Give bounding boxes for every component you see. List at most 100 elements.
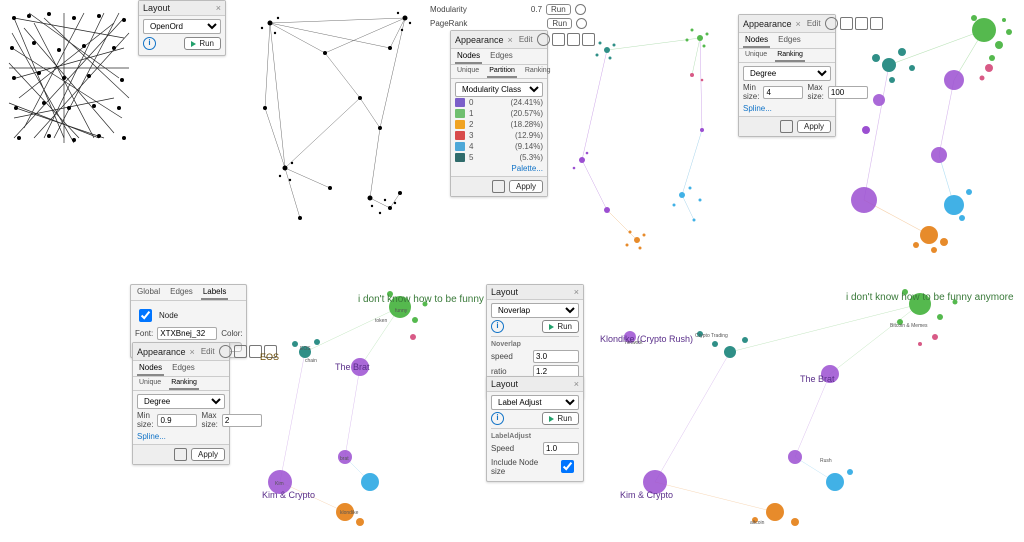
graph-label-eos: EOS bbox=[260, 352, 279, 362]
svg-text:Rush: Rush bbox=[820, 458, 832, 464]
legend-id: 3 bbox=[469, 131, 473, 140]
graph-raw bbox=[4, 8, 134, 148]
modularity-value: 0.7 bbox=[531, 5, 542, 14]
panel-title: Appearance bbox=[137, 347, 186, 357]
legend-pct: (20.57%) bbox=[511, 109, 543, 118]
min-size-input[interactable] bbox=[157, 414, 197, 427]
max-size-label: Max size: bbox=[201, 411, 217, 429]
tab-edges[interactable]: Edges bbox=[168, 285, 195, 300]
svg-text:Kim: Kim bbox=[275, 481, 284, 487]
node-labels-checkbox[interactable] bbox=[139, 309, 152, 322]
apply-button[interactable]: Apply bbox=[509, 180, 543, 193]
tab-nodes[interactable]: Nodes bbox=[455, 49, 482, 64]
section-label: LabelAdjust bbox=[491, 433, 531, 440]
graph-colored-small bbox=[552, 10, 752, 260]
reset-icon[interactable] bbox=[492, 180, 505, 193]
info-icon[interactable]: i bbox=[491, 412, 504, 425]
la-speed-label: Speed bbox=[491, 444, 539, 453]
legend-id: 0 bbox=[469, 98, 473, 107]
apply-button[interactable]: Apply bbox=[797, 120, 831, 133]
legend-row[interactable]: 3(12.9%) bbox=[455, 130, 543, 141]
tab-edges[interactable]: Edges bbox=[488, 49, 515, 64]
graph-labeled-spread: Crypto TradingBitcoin & MemesnetworkRush… bbox=[600, 282, 1020, 542]
reset-icon[interactable] bbox=[780, 120, 793, 133]
close-icon[interactable]: × bbox=[574, 287, 579, 297]
section-label: Noverlap bbox=[491, 341, 521, 348]
tab-nodes[interactable]: Nodes bbox=[743, 33, 770, 48]
color-mode-icon[interactable] bbox=[537, 33, 550, 46]
legend-id: 5 bbox=[469, 153, 473, 162]
apply-button[interactable]: Apply bbox=[191, 448, 225, 461]
legend-pct: (9.14%) bbox=[515, 142, 543, 151]
legend-swatch bbox=[455, 98, 465, 107]
la-speed-input[interactable] bbox=[543, 442, 579, 455]
min-size-input[interactable] bbox=[763, 86, 803, 99]
mode-ranking[interactable]: Ranking bbox=[169, 377, 199, 390]
panel-title: Appearance bbox=[743, 19, 792, 29]
run-button[interactable]: Run bbox=[542, 412, 579, 425]
legend-swatch bbox=[455, 120, 465, 129]
font-input[interactable] bbox=[157, 327, 217, 340]
tab-nodes[interactable]: Nodes bbox=[137, 361, 164, 376]
layout-algo-select[interactable]: OpenOrd bbox=[143, 19, 221, 34]
legend-row[interactable]: 4 (9.14%) bbox=[455, 141, 543, 152]
ranking-attr-select[interactable]: Degree bbox=[743, 66, 831, 81]
panel-title: Layout bbox=[491, 379, 518, 389]
legend-row[interactable]: 5 (5.3%) bbox=[455, 152, 543, 163]
edit-link[interactable]: Edit bbox=[807, 19, 821, 28]
svg-text:Bitcoin & Memes: Bitcoin & Memes bbox=[890, 323, 928, 329]
edit-link[interactable]: Edit bbox=[201, 347, 215, 356]
legend-pct: (18.28%) bbox=[511, 120, 543, 129]
graph-label-brat: The Brat bbox=[335, 362, 370, 372]
svg-text:klondike: klondike bbox=[340, 510, 359, 516]
ranking-attr-select[interactable]: Degree bbox=[137, 394, 225, 409]
layout-algo-select[interactable]: Noverlap bbox=[491, 303, 579, 318]
legend-swatch bbox=[455, 142, 465, 151]
legend-row[interactable]: 2(18.28%) bbox=[455, 119, 543, 130]
tab-labels[interactable]: Labels bbox=[201, 285, 229, 300]
legend-swatch bbox=[455, 131, 465, 140]
tab-edges[interactable]: Edges bbox=[170, 361, 197, 376]
layout-panel: Layout× OpenOrd i Run bbox=[138, 0, 226, 56]
close-icon[interactable]: × bbox=[216, 3, 221, 13]
min-size-label: Min size: bbox=[137, 411, 153, 429]
run-button[interactable]: Run bbox=[542, 320, 579, 333]
spline-link[interactable]: Spline... bbox=[137, 432, 166, 441]
appearance-labelsize-panel: Appearance × Edit Nodes Edges Unique Ranking… bbox=[132, 342, 230, 465]
info-icon[interactable]: i bbox=[143, 37, 156, 50]
pagerank-label: PageRank bbox=[430, 19, 467, 28]
graph-sized bbox=[834, 10, 1024, 260]
include-nodesize-checkbox[interactable] bbox=[561, 460, 574, 473]
mode-ranking[interactable]: Ranking bbox=[523, 65, 553, 78]
mode-partition[interactable]: Partition bbox=[487, 65, 517, 78]
legend-row[interactable]: 0(24.41%) bbox=[455, 97, 543, 108]
modularity-label: Modularity bbox=[430, 5, 467, 14]
spline-link[interactable]: Spline... bbox=[743, 104, 772, 113]
close-icon[interactable]: × bbox=[190, 347, 195, 357]
mode-unique[interactable]: Unique bbox=[743, 49, 769, 62]
reset-icon[interactable] bbox=[174, 448, 187, 461]
run-button[interactable]: Run bbox=[184, 37, 221, 50]
svg-text:chain: chain bbox=[305, 358, 317, 364]
mode-ranking[interactable]: Ranking bbox=[775, 49, 805, 62]
svg-text:Crypto Trading: Crypto Trading bbox=[695, 333, 728, 339]
speed-input[interactable] bbox=[533, 350, 579, 363]
legend-row[interactable]: 1(20.57%) bbox=[455, 108, 543, 119]
legend-pct: (5.3%) bbox=[519, 153, 543, 162]
mode-unique[interactable]: Unique bbox=[137, 377, 163, 390]
legend-id: 4 bbox=[469, 142, 473, 151]
font-label: Font: bbox=[135, 329, 153, 338]
color-mode-icon[interactable] bbox=[219, 345, 232, 358]
layout-algo-select[interactable]: Label Adjust bbox=[491, 395, 579, 410]
tab-global[interactable]: Global bbox=[135, 285, 162, 300]
partition-attr-select[interactable]: Modularity Class bbox=[455, 82, 543, 97]
mode-unique[interactable]: Unique bbox=[455, 65, 481, 78]
close-icon[interactable]: × bbox=[508, 35, 513, 45]
info-icon[interactable]: i bbox=[491, 320, 504, 333]
close-icon[interactable]: × bbox=[574, 379, 579, 389]
panel-title: Appearance bbox=[455, 35, 504, 45]
palette-link[interactable]: Palette... bbox=[511, 164, 543, 173]
edit-link[interactable]: Edit bbox=[519, 35, 533, 44]
tab-edges[interactable]: Edges bbox=[776, 33, 803, 48]
close-icon[interactable]: × bbox=[796, 19, 801, 29]
